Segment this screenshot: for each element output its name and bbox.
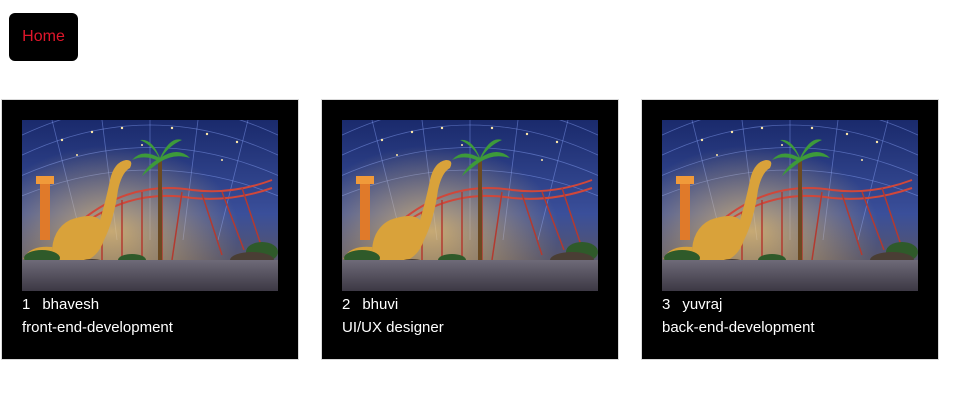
profile-card: 3 yuvraj back-end-development	[641, 99, 939, 360]
card-photo	[662, 120, 918, 291]
card-name: yuvraj	[682, 296, 723, 313]
page: Home 1 bhavesh front-end-development 2 b…	[0, 0, 976, 405]
profile-card: 1 bhavesh front-end-development	[1, 99, 299, 360]
card-heading: 3 yuvraj	[662, 295, 722, 315]
card-id: 2	[342, 296, 351, 313]
theme-park-scene	[662, 120, 918, 291]
card-heading: 1 bhavesh	[22, 295, 99, 315]
card-heading: 2 bhuvi	[342, 295, 398, 315]
card-id: 3	[662, 296, 671, 313]
card-role: back-end-development	[662, 319, 815, 336]
home-button[interactable]: Home	[9, 13, 78, 61]
card-name: bhavesh	[42, 296, 100, 313]
theme-park-scene	[22, 120, 278, 291]
card-role: UI/UX designer	[342, 319, 444, 336]
card-name: bhuvi	[362, 296, 399, 313]
theme-park-scene	[342, 120, 598, 291]
card-photo	[342, 120, 598, 291]
profile-card: 2 bhuvi UI/UX designer	[321, 99, 619, 360]
card-id: 1	[22, 296, 31, 313]
card-list: 1 bhavesh front-end-development 2 bhuvi …	[1, 99, 941, 360]
card-role: front-end-development	[22, 319, 173, 336]
card-photo	[22, 120, 278, 291]
